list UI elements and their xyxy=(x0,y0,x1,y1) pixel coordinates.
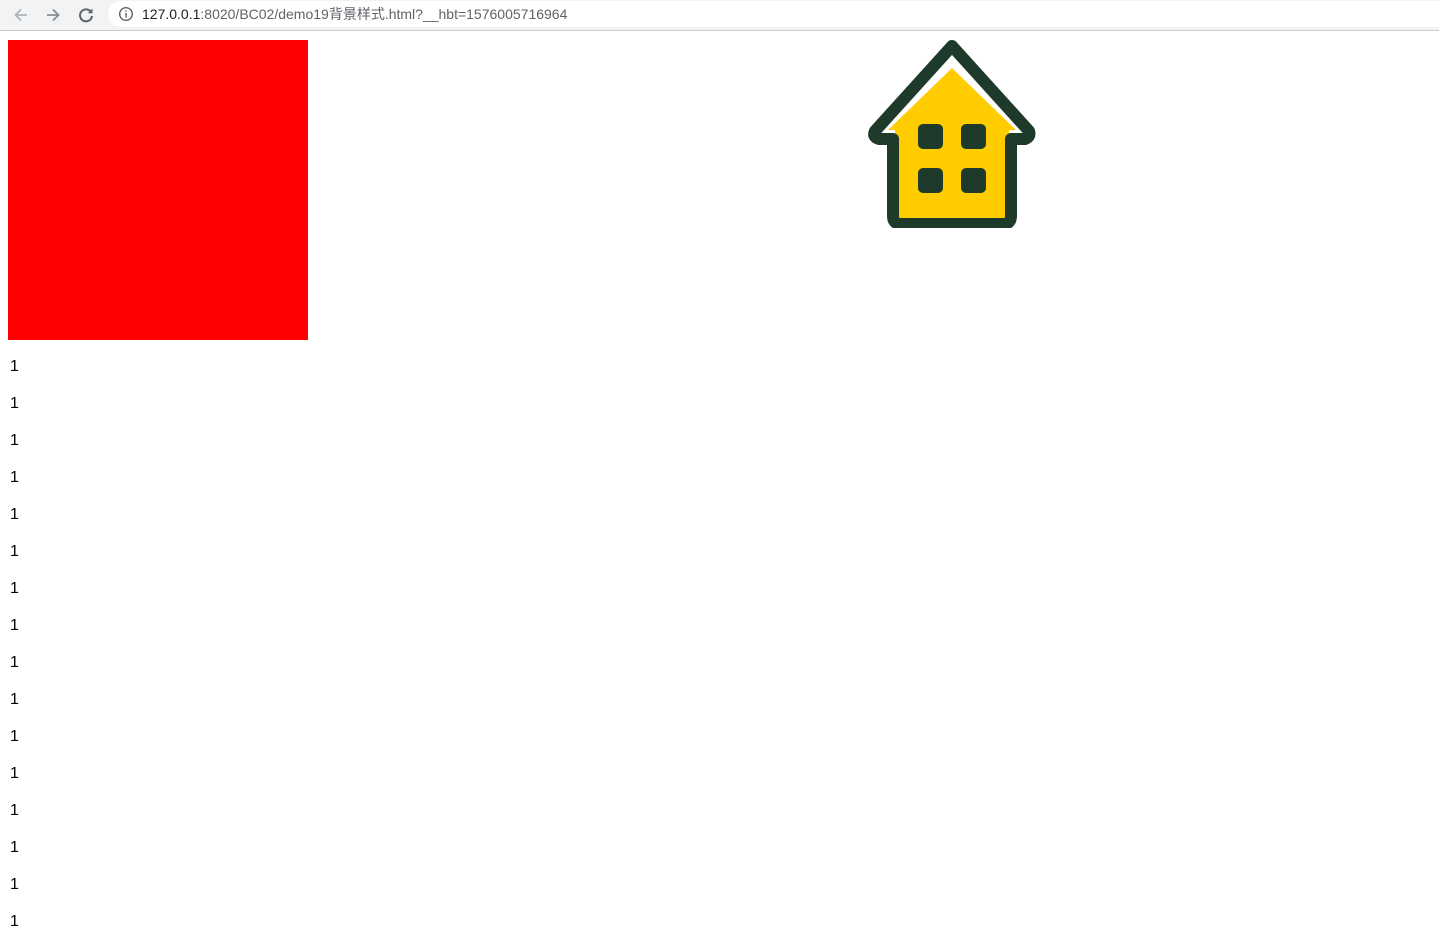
url-text[interactable]: 127.0.0.1:8020/BC02/demo19背景样式.html?__hb… xyxy=(142,5,567,23)
text-line: 1 xyxy=(10,432,19,449)
text-line: 1 xyxy=(10,765,19,782)
page-content: 1 1 1 1 1 1 1 1 1 1 1 1 1 1 1 1 xyxy=(0,32,1439,947)
text-line: 1 xyxy=(10,728,19,745)
forward-button[interactable] xyxy=(41,3,65,27)
arrow-right-icon xyxy=(47,8,60,22)
text-line: 1 xyxy=(10,395,19,412)
text-line: 1 xyxy=(10,580,19,597)
info-icon[interactable] xyxy=(118,6,134,22)
red-box xyxy=(8,40,308,340)
address-bar[interactable]: 127.0.0.1:8020/BC02/demo19背景样式.html?__hb… xyxy=(108,1,1439,27)
text-line: 1 xyxy=(10,691,19,708)
text-line: 1 xyxy=(10,506,19,523)
house-icon xyxy=(868,40,1036,228)
text-line: 1 xyxy=(10,802,19,819)
reload-button[interactable] xyxy=(74,3,98,27)
text-line: 1 xyxy=(10,654,19,671)
back-button[interactable] xyxy=(9,3,33,27)
text-line: 1 xyxy=(10,876,19,893)
text-lines: 1 1 1 1 1 1 1 1 1 1 1 1 1 1 1 1 xyxy=(10,358,19,947)
browser-toolbar: 127.0.0.1:8020/BC02/demo19背景样式.html?__hb… xyxy=(0,0,1439,31)
text-line: 1 xyxy=(10,617,19,634)
url-path: :8020/BC02/demo19背景样式.html?__hbt=1576005… xyxy=(200,6,568,22)
url-host: 127.0.0.1 xyxy=(142,6,201,22)
text-line: 1 xyxy=(10,358,19,375)
text-line: 1 xyxy=(10,469,19,486)
text-line: 1 xyxy=(10,543,19,560)
arrow-left-icon xyxy=(14,8,27,22)
text-line: 1 xyxy=(10,913,19,930)
text-line: 1 xyxy=(10,839,19,856)
reload-icon xyxy=(79,8,93,23)
